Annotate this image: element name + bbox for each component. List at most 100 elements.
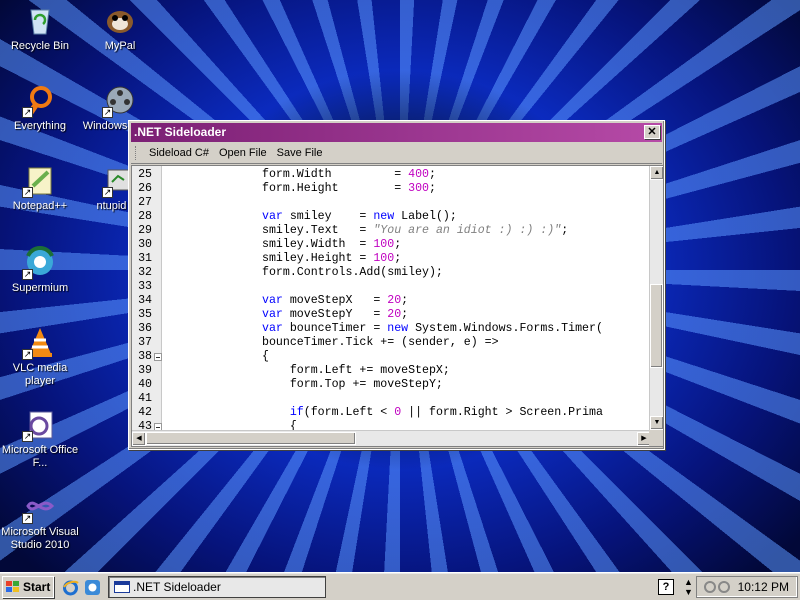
line-number: 31 (138, 252, 152, 265)
sideloader-window: .NET Sideloader ✕ Sideload C# Open File … (128, 120, 665, 450)
line-number: 33 (138, 280, 152, 293)
window-app-icon (114, 581, 130, 593)
line-number: 34 (138, 294, 152, 307)
desktop-icon-mypal[interactable]: MyPal (80, 4, 160, 53)
desktop-icon-label: Notepad++ (12, 200, 68, 212)
vlc-icon: ↗ (22, 326, 56, 360)
desktop-icon-office[interactable]: ↗ Microsoft Office F... (0, 408, 80, 470)
horizontal-scroll-thumb[interactable] (146, 432, 356, 445)
notepadpp-icon: ↗ (22, 164, 56, 198)
desktop-icon-recycle-bin[interactable]: Recycle Bin (0, 4, 80, 53)
help-icon[interactable]: ? (658, 579, 674, 595)
visual-studio-icon: ↗ (22, 490, 56, 524)
internet-explorer-icon[interactable] (62, 579, 79, 596)
code-text: { (262, 350, 269, 363)
code-line: 32 form.Controls.Add(smiley); (132, 266, 651, 280)
line-number: 40 (138, 378, 152, 391)
toolbar-grip[interactable] (135, 145, 138, 160)
code-line: 34 var moveStepX = 20; (132, 294, 651, 308)
taskbar-button-sideloader[interactable]: .NET Sideloader (108, 576, 326, 598)
start-button[interactable]: Start (2, 576, 54, 598)
vertical-scroll-thumb[interactable] (650, 284, 663, 368)
desktop-icon-everything[interactable]: ↗ Everything (0, 84, 80, 133)
start-label: Start (23, 580, 51, 594)
menu-save-file[interactable]: Save File (272, 147, 328, 159)
code-text: smiley.Text = "You are an idiot :) :) :)… (262, 224, 569, 237)
code-text: var moveStepY = 20; (262, 308, 409, 321)
line-number: 41 (138, 392, 152, 405)
desktop-icon-notepadpp[interactable]: ↗ Notepad++ (0, 164, 80, 213)
scroll-up-icon[interactable]: ▲ (650, 166, 663, 180)
code-text: form.Width = 400; (262, 168, 436, 181)
line-number: 25 (138, 168, 152, 181)
menu-open-file[interactable]: Open File (214, 147, 272, 159)
code-text: form.Height = 300; (262, 182, 436, 195)
desktop-icon-label: Supermium (11, 282, 69, 294)
shortcut-arrow-icon: ↗ (22, 269, 33, 280)
code-line: 27 (132, 196, 651, 210)
system-tray: 10:12 PM (696, 576, 798, 598)
code-text: if(form.Left < 0 || form.Right > Screen.… (289, 406, 603, 419)
horizontal-scrollbar[interactable]: ◀ ▶ (132, 430, 651, 446)
line-number: 32 (138, 266, 152, 279)
code-text: bounceTimer.Tick += (sender, e) => (262, 336, 499, 349)
fold-toggle-icon[interactable] (154, 353, 162, 361)
desktop-icon-label: MyPal (104, 40, 136, 52)
desktop-icon-label: Microsoft Office F... (1, 444, 79, 469)
line-number: 35 (138, 308, 152, 321)
scrollbar-corner (649, 430, 663, 446)
desktop-icon-visual-studio[interactable]: ↗ Microsoft Visual Studio 2010 (0, 490, 80, 552)
clock[interactable]: 10:12 PM (738, 580, 789, 594)
menu-bar: Sideload C# Open File Save File (131, 142, 662, 164)
vertical-scrollbar[interactable]: ▲ ▼ (649, 166, 663, 430)
code-line: 37 bounceTimer.Tick += (sender, e) => (132, 336, 651, 350)
scroll-left-icon[interactable]: ◀ (132, 432, 146, 446)
close-button[interactable]: ✕ (644, 125, 660, 139)
browser-icon[interactable] (84, 579, 101, 596)
menu-sideload[interactable]: Sideload C# (144, 147, 214, 159)
line-number: 27 (138, 196, 152, 209)
scroll-down-icon[interactable]: ▼ (650, 416, 663, 430)
supermium-icon: ↗ (22, 246, 56, 280)
shortcut-arrow-icon: ↗ (22, 107, 33, 118)
desktop-icon-label: VLC media player (12, 362, 68, 387)
line-number: 29 (138, 224, 152, 237)
window-titlebar[interactable]: .NET Sideloader ✕ (131, 123, 662, 142)
line-number: 26 (138, 182, 152, 195)
desktop-icon-supermium[interactable]: ↗ Supermium (0, 246, 80, 295)
line-number: 38 (138, 350, 152, 363)
code-line: 26 form.Height = 300; (132, 182, 651, 196)
code-line: 42 if(form.Left < 0 || form.Right > Scre… (132, 406, 651, 420)
code-line: 33 (132, 280, 651, 294)
code-line: 31 smiley.Height = 100; (132, 252, 651, 266)
desktop-icon-vlc[interactable]: ↗ VLC media player (0, 326, 80, 388)
code-text: var moveStepX = 20; (262, 294, 409, 307)
shortcut-arrow-icon: ↗ (22, 513, 33, 524)
line-number: 36 (138, 322, 152, 335)
code-line: 38 { (132, 350, 651, 364)
code-text: form.Controls.Add(smiley); (262, 266, 443, 279)
code-line: 35 var moveStepY = 20; (132, 308, 651, 322)
desktop-icon-label: Microsoft Visual Studio 2010 (1, 526, 79, 551)
code-editor[interactable]: 25 form.Width = 400; 26 form.Height = 300;… (131, 165, 664, 447)
window-title: .NET Sideloader (134, 125, 227, 139)
code-text: smiley.Height = 100; (262, 252, 402, 265)
line-number: 37 (138, 336, 152, 349)
windows-logo-icon (6, 581, 19, 592)
code-line: 40 form.Top += moveStepY; (132, 378, 651, 392)
code-lines: 25 form.Width = 400; 26 form.Height = 300;… (132, 168, 651, 434)
taskbar-button-label: .NET Sideloader (133, 580, 221, 594)
code-text: var bounceTimer = new System.Windows.For… (262, 322, 603, 335)
taskbar: Start .NET Sideloader ? ▲ ▼ 10:12 PM (0, 572, 800, 600)
code-line: 36 var bounceTimer = new System.Windows.F… (132, 322, 651, 336)
shortcut-arrow-icon: ↗ (102, 187, 113, 198)
code-text: form.Top += moveStepY; (262, 378, 443, 391)
tray-expand-icon[interactable]: ▲ ▼ (684, 577, 693, 597)
line-number: 39 (138, 364, 152, 377)
tray-network-icon[interactable] (703, 580, 733, 594)
office-icon: ↗ (22, 408, 56, 442)
shortcut-arrow-icon: ↗ (102, 107, 113, 118)
movie-maker-icon: ↗ (102, 84, 136, 118)
code-line: 41 (132, 392, 651, 406)
line-number: 42 (138, 406, 152, 419)
